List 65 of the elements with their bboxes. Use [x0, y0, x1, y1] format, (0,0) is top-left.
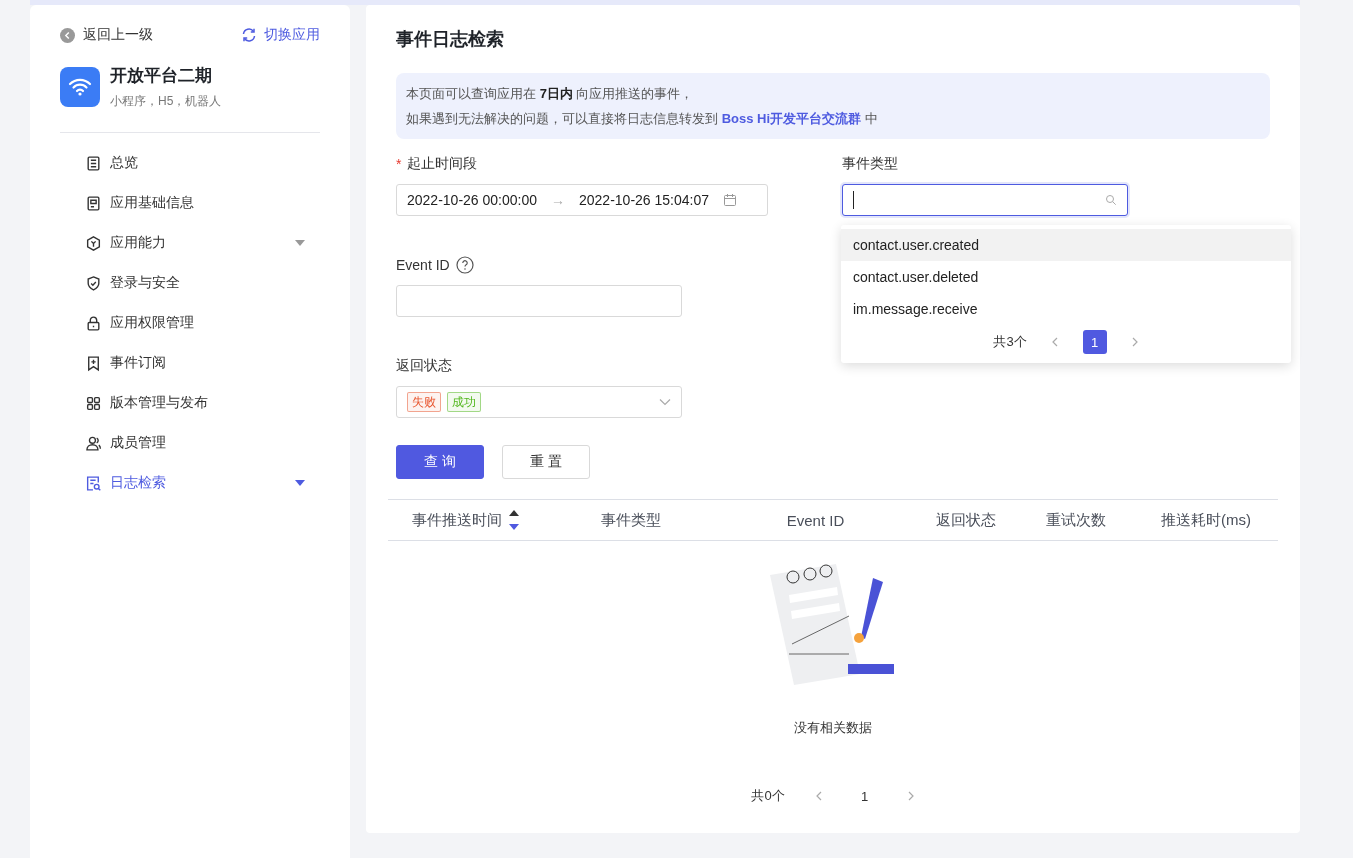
- required-mark: *: [396, 156, 402, 172]
- search-icon: [1105, 194, 1117, 206]
- field-label: 返回状态: [396, 357, 452, 375]
- sidebar-item[interactable]: 版本管理与发布: [60, 383, 320, 423]
- app-logo-icon: [60, 67, 100, 107]
- total-count: 共0个: [751, 787, 785, 805]
- column-header: 事件类型: [600, 510, 661, 530]
- date-range-field[interactable]: 2022-10-26 00:00:00 → 2022-10-26 15:04:07: [396, 184, 768, 216]
- app-subtitle: 小程序，H5，机器人: [110, 93, 222, 110]
- column-header: Event ID: [786, 511, 845, 529]
- bookmark-icon: [85, 354, 102, 372]
- switch-app-link[interactable]: 切换应用: [241, 26, 320, 44]
- sidebar-item[interactable]: 登录与安全: [60, 263, 320, 303]
- group-link[interactable]: Boss Hi开发平台交流群: [721, 111, 862, 126]
- document-search-icon: [85, 474, 102, 492]
- empty-state-text: 没有相关数据: [794, 719, 872, 737]
- query-button[interactable]: 查 询: [396, 445, 484, 479]
- notice-text: 如果遇到无法解决的问题，可以直接将日志信息转发到: [406, 111, 719, 126]
- lock-icon: [85, 314, 102, 332]
- help-icon[interactable]: [455, 256, 474, 274]
- field-label: Event ID: [396, 257, 450, 273]
- column-header: 事件推送时间: [411, 510, 502, 530]
- dropdown-option[interactable]: im.message.receive: [841, 293, 1291, 325]
- status-tag: 成功: [447, 392, 481, 412]
- sidebar-item[interactable]: 成员管理: [60, 423, 320, 463]
- previous-page-icon[interactable]: [814, 791, 823, 801]
- list-icon: [85, 154, 102, 172]
- grid-icon: [85, 394, 102, 412]
- next-page-icon[interactable]: [1130, 337, 1139, 347]
- refresh-icon: [241, 27, 257, 43]
- user-icon: [85, 434, 102, 452]
- next-page-icon[interactable]: [906, 791, 915, 801]
- event-type-field[interactable]: [842, 184, 1128, 216]
- sidebar-item[interactable]: 应用权限管理: [60, 303, 320, 343]
- shield-icon: [85, 274, 102, 292]
- calendar-icon: [723, 193, 737, 207]
- document-icon: [85, 194, 102, 212]
- status-tag: 失败: [407, 392, 441, 412]
- app-name: 开放平台二期: [110, 65, 213, 87]
- column-header: 重试次数: [1045, 510, 1106, 530]
- dropdown-option[interactable]: contact.user.deleted: [841, 261, 1291, 293]
- field-label: 起止时间段: [407, 155, 478, 173]
- sidebar-item[interactable]: 日志检索: [60, 463, 320, 503]
- total-count: 共3个: [993, 333, 1027, 351]
- reset-button[interactable]: 重 置: [502, 445, 590, 479]
- column-header: 返回状态: [935, 510, 996, 530]
- sidebar-item[interactable]: 应用能力: [60, 223, 320, 263]
- page-number[interactable]: 1: [1082, 330, 1107, 354]
- notice-text: 本页面可以查询应用在 7日内 向应用推送的事件，: [406, 85, 695, 103]
- dropdown-option[interactable]: contact.user.created: [841, 229, 1291, 261]
- chevron-down-icon: [659, 398, 671, 406]
- previous-page-icon[interactable]: [1050, 337, 1059, 347]
- page-number[interactable]: 1: [852, 784, 877, 808]
- sidebar-item[interactable]: 应用基础信息: [60, 183, 320, 223]
- back-icon: [60, 27, 75, 43]
- notice-text: 中: [863, 111, 878, 126]
- column-header: 推送耗时(ms): [1161, 510, 1251, 530]
- back-link[interactable]: 返回上一级: [60, 26, 153, 44]
- hexagon-icon: [85, 234, 102, 252]
- sort-icon[interactable]: [507, 509, 520, 531]
- field-label: 事件类型: [842, 155, 898, 173]
- sidebar-item[interactable]: 事件订阅: [60, 343, 320, 383]
- event-id-field[interactable]: [396, 285, 682, 317]
- sidebar-item[interactable]: 总览: [60, 143, 320, 183]
- page-title: 事件日志检索: [396, 28, 505, 51]
